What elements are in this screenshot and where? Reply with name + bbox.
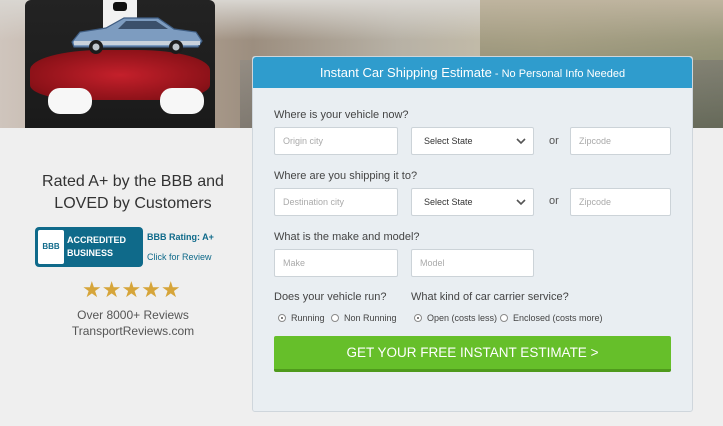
running-radio[interactable]	[278, 314, 286, 322]
origin-state-select[interactable]: Select State	[411, 127, 534, 155]
bbb-accredited-line2: BUSINESS	[67, 248, 114, 258]
open-carrier-label: Open (costs less)	[427, 313, 498, 323]
vehicle-question: What is the make and model?	[274, 231, 420, 243]
running-option[interactable]: Running	[278, 312, 325, 324]
destination-state-value: Select State	[424, 197, 473, 207]
reviews-summary: Over 8000+ Reviews TransportReviews.com	[18, 307, 248, 339]
bbb-accredited-label: ACCREDITED BUSINESS	[67, 234, 139, 260]
form-title-separator: -	[491, 68, 502, 80]
bbb-badge[interactable]: BBB ACCREDITED BUSINESS BBB Rating: A+ C…	[35, 227, 225, 267]
destination-state-select[interactable]: Select State	[411, 188, 534, 216]
non-running-label: Non Running	[344, 313, 397, 323]
rating-headline-line2: LOVED by Customers	[54, 195, 212, 212]
estimate-form-panel: Instant Car Shipping Estimate - No Perso…	[252, 56, 693, 412]
chevron-down-icon	[516, 138, 526, 145]
right-glove-icon	[160, 88, 204, 114]
running-label: Running	[291, 313, 325, 323]
origin-question: Where is your vehicle now?	[274, 109, 409, 121]
rating-headline-line1: Rated A+ by the BBB and	[42, 173, 224, 190]
enclosed-carrier-label: Enclosed (costs more)	[513, 313, 603, 323]
bowtie-icon	[113, 2, 127, 11]
bbb-rating-text: BBB Rating: A+	[147, 232, 214, 242]
carrier-question: What kind of car carrier service?	[411, 291, 569, 303]
open-carrier-option[interactable]: Open (costs less)	[414, 312, 497, 324]
vehicle-runs-question: Does your vehicle run?	[274, 291, 387, 303]
rating-headline: Rated A+ by the BBB and LOVED by Custome…	[18, 171, 248, 215]
destination-zipcode-input[interactable]	[570, 188, 671, 216]
destination-question: Where are you shipping it to?	[274, 170, 418, 182]
enclosed-carrier-radio[interactable]	[500, 314, 508, 322]
origin-city-input[interactable]	[274, 127, 398, 155]
form-subtitle: No Personal Info Needed	[501, 68, 626, 80]
reviews-count: Over 8000+ Reviews	[77, 308, 189, 322]
left-glove-icon	[48, 88, 92, 114]
origin-zipcode-input[interactable]	[570, 127, 671, 155]
bbb-click-review-link[interactable]: Click for Review	[147, 252, 212, 262]
car-icon	[71, 17, 203, 54]
reviews-source: TransportReviews.com	[71, 324, 195, 338]
non-running-option[interactable]: Non Running	[331, 312, 397, 324]
make-input[interactable]	[274, 249, 398, 277]
bbb-accredited-line1: ACCREDITED	[67, 235, 127, 245]
chevron-down-icon	[516, 199, 526, 206]
destination-city-input[interactable]	[274, 188, 398, 216]
get-estimate-button[interactable]: GET YOUR FREE INSTANT ESTIMATE >	[274, 336, 671, 372]
open-carrier-radio[interactable]	[414, 314, 422, 322]
bbb-seal-icon: BBB	[38, 230, 64, 264]
origin-or-label: or	[549, 135, 559, 147]
destination-or-label: or	[549, 195, 559, 207]
model-input[interactable]	[411, 249, 534, 277]
enclosed-carrier-option[interactable]: Enclosed (costs more)	[500, 312, 603, 324]
non-running-radio[interactable]	[331, 314, 339, 322]
origin-state-value: Select State	[424, 136, 473, 146]
bbb-accredited-box: BBB ACCREDITED BUSINESS	[35, 227, 143, 267]
star-rating-icon: ★★★★★	[82, 277, 181, 302]
form-header: Instant Car Shipping Estimate - No Perso…	[253, 57, 692, 88]
form-title: Instant Car Shipping Estimate	[319, 65, 492, 80]
